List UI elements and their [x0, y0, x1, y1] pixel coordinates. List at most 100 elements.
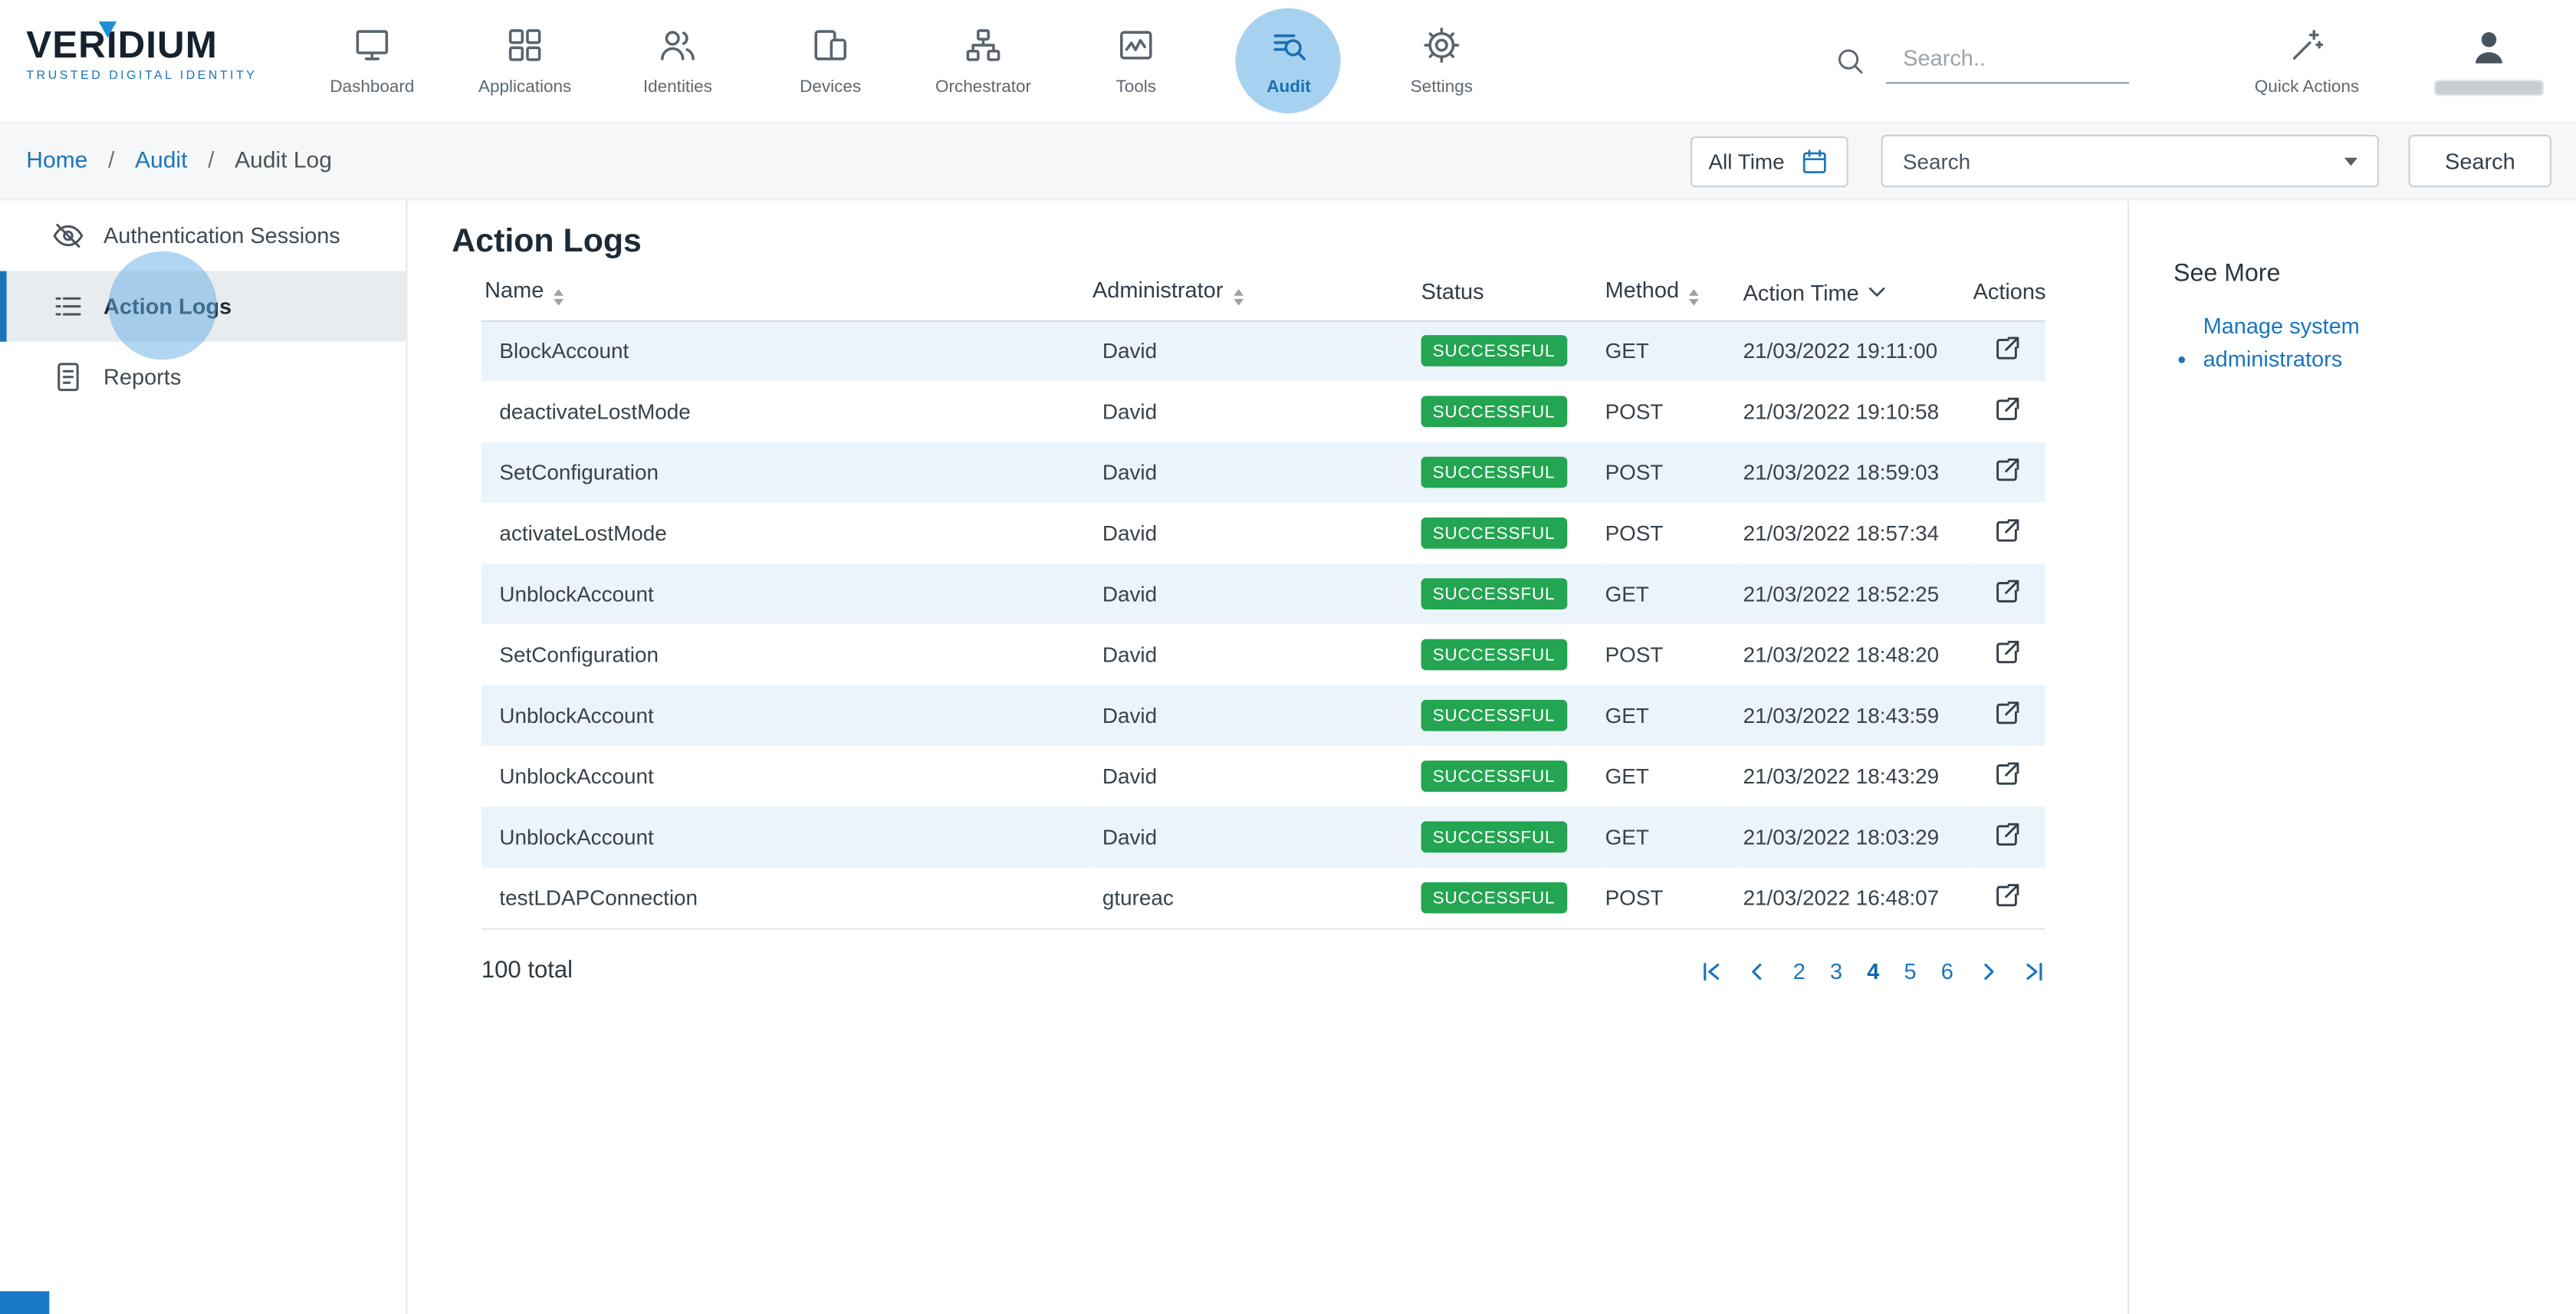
- nav-item-orchestrator[interactable]: Orchestrator: [907, 0, 1060, 122]
- veridium-logo[interactable]: VERIDIUM TRUSTED DIGITAL IDENTITY: [0, 0, 296, 122]
- pagination-page-6[interactable]: 6: [1941, 958, 1953, 983]
- nav-item-tools[interactable]: Tools: [1060, 0, 1212, 122]
- status-badge: SUCCESSFUL: [1421, 760, 1567, 792]
- time-range-button[interactable]: All Time: [1691, 136, 1848, 186]
- column-label: Status: [1421, 280, 1484, 304]
- nav-item-settings[interactable]: Settings: [1365, 0, 1518, 122]
- cell-status: SUCCESSFUL: [1418, 806, 1602, 867]
- cell-name: UnblockAccount: [481, 563, 1089, 624]
- column-header-name[interactable]: Name: [481, 271, 1089, 320]
- search-button[interactable]: Search: [2409, 135, 2551, 188]
- sidebar-item-reports[interactable]: Reports: [0, 342, 406, 412]
- quick-actions-button[interactable]: Quick Actions: [2255, 25, 2359, 96]
- global-search: [1834, 38, 2130, 84]
- eye-off-icon: [51, 218, 85, 253]
- pagination: 23456: [1701, 958, 2045, 983]
- chevron-right-icon[interactable]: [1978, 961, 1999, 982]
- cell-name: testLDAPConnection: [481, 867, 1089, 928]
- sidebar-item-authentication-sessions[interactable]: Authentication Sessions: [0, 200, 406, 271]
- open-in-new-icon[interactable]: [1991, 515, 2022, 547]
- manage-system-administrators-link[interactable]: Manage system administrators: [2203, 310, 2404, 375]
- pagination-page-4[interactable]: 4: [1867, 958, 1879, 983]
- open-in-new-icon[interactable]: [1991, 455, 2022, 486]
- column-label: Action Time: [1743, 281, 1859, 305]
- table-row: SetConfiguration David SUCCESSFUL POST 2…: [481, 442, 2045, 502]
- table-row: UnblockAccount David SUCCESSFUL GET 21/0…: [481, 746, 2045, 806]
- cell-method: GET: [1602, 685, 1740, 746]
- cell-method: POST: [1602, 503, 1740, 563]
- table-footer: 100 total 23456: [481, 928, 2045, 984]
- cell-status: SUCCESSFUL: [1418, 503, 1602, 563]
- chevron-left-icon[interactable]: [1747, 961, 1769, 982]
- cell-actions: [1970, 624, 2045, 685]
- cell-action-time: 21/03/2022 16:48:07: [1740, 867, 1970, 928]
- cell-actions: [1970, 442, 2045, 502]
- time-range-label: All Time: [1709, 149, 1785, 173]
- content-area: Authentication Sessions Action Logs Repo…: [0, 200, 2576, 1314]
- cell-administrator: David: [1089, 563, 1418, 624]
- table-row: UnblockAccount David SUCCESSFUL GET 21/0…: [481, 685, 2045, 746]
- magic-wand-icon: [2287, 25, 2326, 64]
- nav-item-identities[interactable]: Identities: [601, 0, 754, 122]
- pagination-page-5[interactable]: 5: [1904, 958, 1917, 983]
- nav-item-dashboard[interactable]: Dashboard: [296, 0, 449, 122]
- cell-status: SUCCESSFUL: [1418, 746, 1602, 806]
- breadcrumb-audit-link[interactable]: Audit: [135, 146, 187, 172]
- open-in-new-icon[interactable]: [1991, 698, 2022, 729]
- table-row: BlockAccount David SUCCESSFUL GET 21/03/…: [481, 320, 2045, 381]
- sort-desc-icon: [1867, 279, 1885, 304]
- cell-status: SUCCESSFUL: [1418, 867, 1602, 928]
- column-label: Method: [1605, 278, 1679, 303]
- pagination-page-2[interactable]: 2: [1793, 958, 1806, 983]
- cell-method: POST: [1602, 381, 1740, 442]
- cell-action-time: 21/03/2022 19:10:58: [1740, 381, 1970, 442]
- open-in-new-icon[interactable]: [1991, 393, 2022, 425]
- breadcrumb-home-link[interactable]: Home: [26, 146, 87, 172]
- skip-last-icon[interactable]: [2024, 961, 2045, 982]
- settings-gear-icon: [1421, 25, 1463, 66]
- open-in-new-icon[interactable]: [1991, 880, 2022, 912]
- cell-method: POST: [1602, 867, 1740, 928]
- chat-widget-stub[interactable]: [0, 1291, 49, 1314]
- see-more-list: Manage system administrators: [2174, 310, 2546, 375]
- cell-administrator: gtureac: [1089, 867, 1418, 928]
- cell-administrator: David: [1089, 624, 1418, 685]
- cell-name: activateLostMode: [481, 503, 1089, 563]
- status-badge: SUCCESSFUL: [1421, 578, 1567, 609]
- sidebar-item-action-logs[interactable]: Action Logs: [0, 271, 406, 342]
- column-label: Name: [485, 278, 544, 303]
- search-filter-dropdown[interactable]: Search: [1881, 135, 2379, 188]
- open-in-new-icon[interactable]: [1991, 576, 2022, 607]
- cell-method: GET: [1602, 320, 1740, 381]
- pagination-page-3[interactable]: 3: [1830, 958, 1842, 983]
- nav-item-applications[interactable]: Applications: [449, 0, 601, 122]
- calendar-icon: [1799, 146, 1831, 177]
- status-badge: SUCCESSFUL: [1421, 517, 1567, 549]
- open-in-new-icon[interactable]: [1991, 333, 2022, 364]
- column-header-status: Status: [1418, 271, 1602, 320]
- global-search-input[interactable]: [1887, 38, 2130, 84]
- nav-item-audit[interactable]: Audit: [1212, 0, 1365, 122]
- cell-action-time: 21/03/2022 18:43:59: [1740, 685, 1970, 746]
- cell-name: BlockAccount: [481, 320, 1089, 381]
- status-badge: SUCCESSFUL: [1421, 700, 1567, 731]
- open-in-new-icon[interactable]: [1991, 636, 2022, 668]
- cell-administrator: David: [1089, 806, 1418, 867]
- column-header-administrator[interactable]: Administrator: [1089, 271, 1418, 320]
- column-header-action-time[interactable]: Action Time: [1740, 271, 1970, 320]
- chevron-down-icon: [2344, 157, 2358, 166]
- brand-name: VERIDIUM: [26, 25, 295, 64]
- nav-item-label: Settings: [1411, 77, 1473, 97]
- column-header-method[interactable]: Method: [1602, 271, 1740, 320]
- cell-action-time: 21/03/2022 18:48:20: [1740, 624, 1970, 685]
- table-row: activateLostMode David SUCCESSFUL POST 2…: [481, 503, 2045, 563]
- brand-tagline: TRUSTED DIGITAL IDENTITY: [26, 67, 295, 82]
- search-icon[interactable]: [1834, 44, 1867, 77]
- skip-first-icon[interactable]: [1701, 961, 1723, 982]
- open-in-new-icon[interactable]: [1991, 758, 2022, 790]
- user-menu[interactable]: [2435, 26, 2543, 95]
- nav-item-devices[interactable]: Devices: [754, 0, 907, 122]
- nav-item-label: Tools: [1116, 77, 1157, 97]
- breadcrumb-bar: Home / Audit / Audit Log All Time Search…: [0, 123, 2576, 201]
- open-in-new-icon[interactable]: [1991, 819, 2022, 850]
